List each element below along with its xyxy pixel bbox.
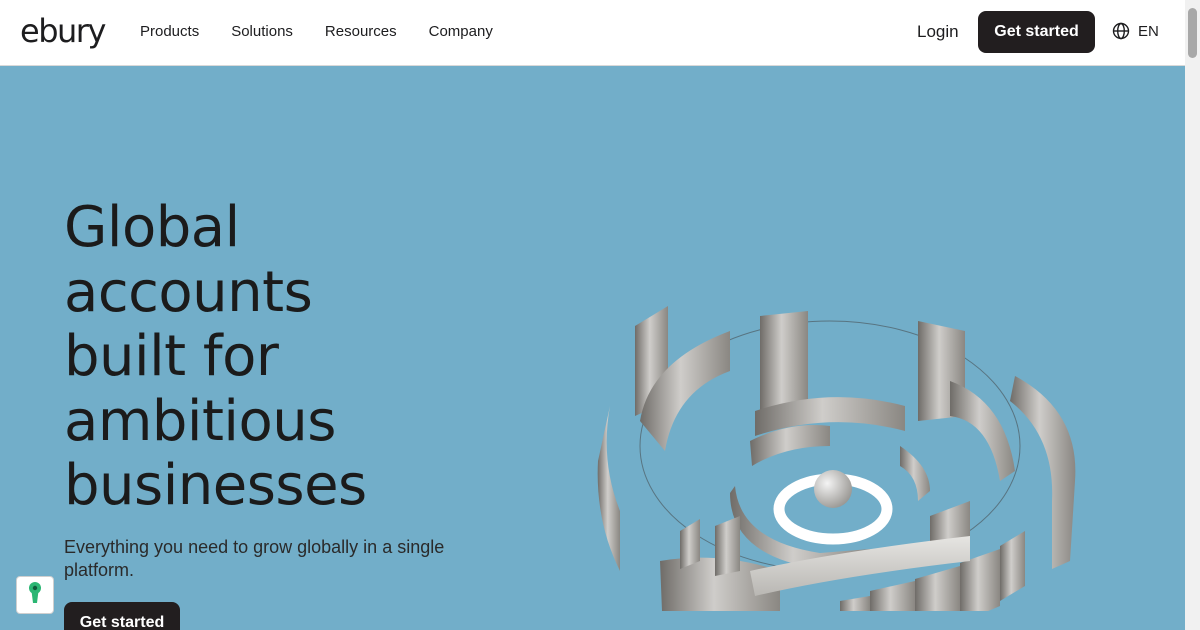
globe-icon: [1112, 22, 1130, 40]
nav-solutions[interactable]: Solutions: [231, 23, 293, 40]
main-nav: Products Solutions Resources Company: [140, 23, 493, 40]
scrollbar[interactable]: [1185, 0, 1200, 630]
get-started-button-hero[interactable]: Get started: [64, 602, 180, 630]
headline-line: businesses: [64, 453, 367, 518]
keyhole-icon: [27, 581, 43, 610]
scrollbar-thumb[interactable]: [1188, 8, 1197, 58]
site-header: ebury Products Solutions Resources Compa…: [0, 0, 1185, 66]
hero-headline: Global accounts built for ambitious busi…: [64, 195, 524, 519]
ebury-logo[interactable]: ebury: [20, 12, 106, 50]
language-selector[interactable]: EN: [1112, 22, 1159, 40]
hero-subtext: Everything you need to grow globally in …: [64, 537, 445, 580]
cookie-settings-button[interactable]: [16, 576, 54, 614]
nav-company[interactable]: Company: [429, 23, 493, 40]
headline-line: ambitious: [64, 388, 336, 454]
metallic-maze-illustration: [597, 306, 1076, 611]
language-label: EN: [1138, 22, 1159, 40]
get-started-button-header[interactable]: Get started: [978, 11, 1095, 53]
headline-line: Global: [64, 195, 240, 260]
nav-products[interactable]: Products: [140, 23, 199, 40]
headline-line: built for: [64, 324, 279, 389]
nav-resources[interactable]: Resources: [325, 23, 397, 40]
login-link[interactable]: Login: [917, 22, 959, 42]
headline-line: accounts: [64, 259, 313, 325]
hero-section: Global accounts built for ambitious busi…: [0, 66, 1185, 630]
